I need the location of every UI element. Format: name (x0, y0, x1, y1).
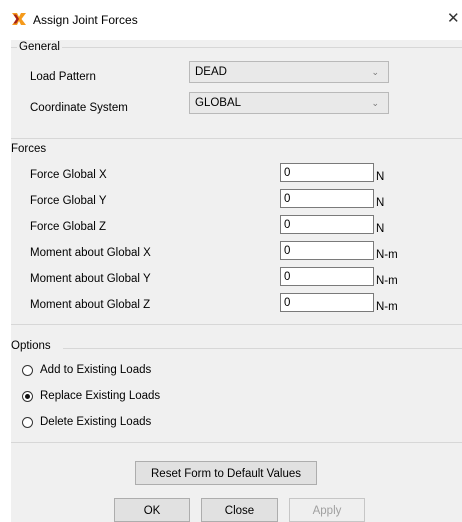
options-group: Options Add to Existing Loads Replace Ex… (11, 334, 462, 449)
force-y-label: Force Global Y (30, 195, 107, 207)
force-z-field[interactable] (280, 215, 374, 234)
moment-y-unit: N-m (376, 275, 398, 287)
radio-button[interactable] (22, 417, 33, 428)
force-x-unit: N (376, 171, 385, 183)
force-z-input[interactable] (281, 216, 373, 233)
dialog-body: General Load Pattern DEAD ⌄ Coordinate S… (11, 40, 462, 522)
force-y-unit: N (376, 197, 385, 209)
radio-delete-existing[interactable]: Delete Existing Loads (22, 416, 192, 432)
force-z-unit: N (376, 223, 385, 235)
force-y-field[interactable] (280, 189, 374, 208)
force-z-label: Force Global Z (30, 221, 107, 233)
moment-z-unit: N-m (376, 301, 398, 313)
title-bar: Assign Joint Forces ✕ (0, 0, 462, 40)
moment-z-field[interactable] (280, 293, 374, 312)
force-y-input[interactable] (281, 190, 373, 207)
group-divider (11, 442, 462, 443)
moment-x-input[interactable] (281, 242, 373, 259)
group-divider (11, 47, 462, 48)
radio-dot (25, 394, 30, 399)
moment-x-label: Moment about Global X (30, 247, 151, 259)
coordinate-system-value: GLOBAL (195, 97, 242, 109)
moment-y-field[interactable] (280, 267, 374, 286)
group-divider (11, 324, 462, 325)
reset-defaults-button[interactable]: Reset Form to Default Values (135, 461, 317, 485)
window-title: Assign Joint Forces (33, 13, 138, 27)
general-group: General Load Pattern DEAD ⌄ Coordinate S… (11, 40, 462, 126)
load-pattern-dropdown[interactable]: DEAD ⌄ (189, 61, 389, 83)
close-icon[interactable]: ✕ (447, 11, 460, 27)
app-logo-icon (12, 13, 26, 25)
forces-group: Forces Force Global X N Force Global Y N… (11, 138, 462, 363)
general-heading: General (17, 41, 62, 53)
moment-y-input[interactable] (281, 268, 373, 285)
chevron-down-icon: ⌄ (371, 67, 379, 77)
force-x-field[interactable] (280, 163, 374, 182)
force-x-label: Force Global X (30, 169, 107, 181)
force-x-input[interactable] (281, 164, 373, 181)
radio-button[interactable] (22, 365, 33, 376)
radio-label: Delete Existing Loads (40, 416, 152, 428)
coordinate-system-dropdown[interactable]: GLOBAL ⌄ (189, 92, 389, 114)
chevron-down-icon: ⌄ (371, 98, 379, 108)
moment-z-label: Moment about Global Z (30, 299, 151, 311)
load-pattern-label: Load Pattern (30, 71, 96, 83)
radio-replace-existing[interactable]: Replace Existing Loads (22, 390, 192, 406)
radio-button-selected[interactable] (22, 391, 33, 402)
forces-heading: Forces (11, 143, 49, 155)
group-divider (63, 348, 462, 349)
radio-label: Add to Existing Loads (40, 364, 152, 376)
options-heading: Options (11, 340, 53, 352)
moment-y-label: Moment about Global Y (30, 273, 151, 285)
radio-label: Replace Existing Loads (40, 390, 161, 402)
ok-button[interactable]: OK (114, 498, 190, 522)
group-divider (11, 138, 462, 139)
close-button[interactable]: Close (201, 498, 278, 522)
apply-button: Apply (289, 498, 365, 522)
moment-z-input[interactable] (281, 294, 373, 311)
radio-add-existing[interactable]: Add to Existing Loads (22, 364, 192, 380)
load-pattern-value: DEAD (195, 66, 227, 78)
moment-x-field[interactable] (280, 241, 374, 260)
coordinate-system-label: Coordinate System (30, 102, 128, 114)
moment-x-unit: N-m (376, 249, 398, 261)
